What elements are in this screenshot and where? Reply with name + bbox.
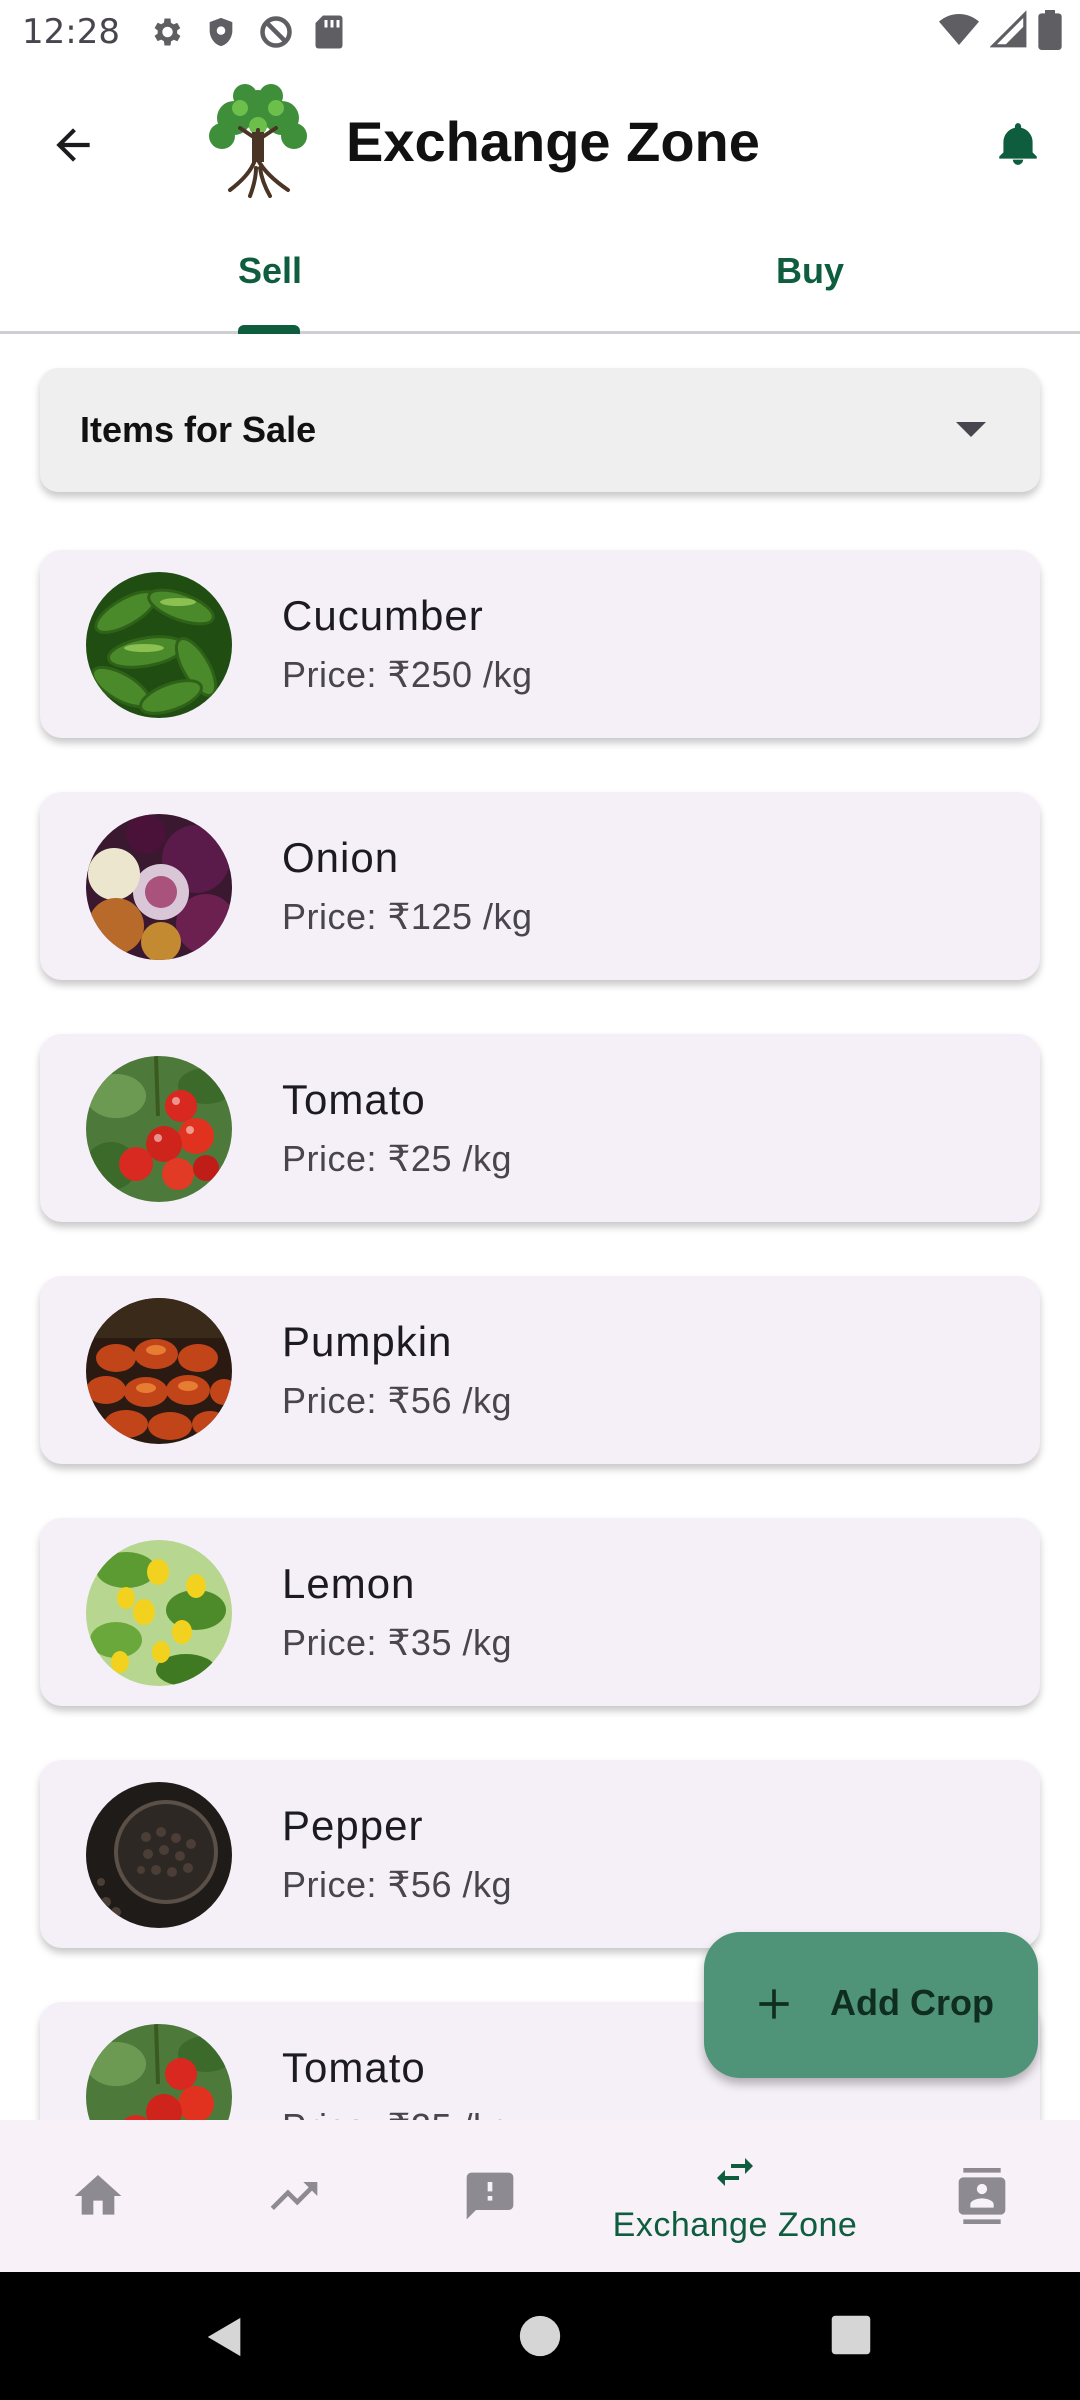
nav-feedback[interactable] [452,2120,528,2272]
list-item[interactable]: Tomato Price: ₹25 /kg [40,1034,1040,1222]
dropdown-selected-value: Items for Sale [80,409,317,450]
system-back-icon[interactable] [202,2314,248,2360]
item-name: Tomato [282,2044,426,2091]
item-name: Pumpkin [282,1318,453,1365]
nav-exchange-zone[interactable]: Exchange Zone [590,2120,880,2272]
item-image [86,2024,232,2120]
add-crop-button[interactable]: Add Crop [704,1932,1038,2078]
add-crop-label: Add Crop [830,1982,994,2023]
item-price: Price: ₹25 /kg [282,2106,512,2120]
home-icon [74,2175,122,2215]
contacts-icon [958,2168,1006,2224]
nav-trends[interactable] [256,2120,332,2272]
item-image [86,1782,232,1928]
items-list[interactable]: Items for Sale Cucumber Price: ₹250 /kg [0,0,1080,2120]
system-home-icon[interactable] [518,2314,562,2358]
item-name: Onion [282,834,400,881]
plus-icon [759,1989,789,2019]
list-item[interactable]: Pumpkin Price: ₹56 /kg [40,1276,1040,1464]
system-navigation-bar [0,2272,1080,2400]
list-item[interactable]: Lemon Price: ₹35 /kg [40,1518,1040,1706]
trending-up-icon [270,2182,318,2210]
item-name: Pepper [282,1802,424,1849]
list-item[interactable]: Pepper Price: ₹56 /kg [40,1760,1040,1948]
dropdown-arrow-icon [956,422,986,437]
item-price: Price: ₹35 /kg [282,1622,512,1663]
bottom-navigation: Exchange Zone [0,2120,1080,2272]
item-price: Price: ₹250 /kg [282,654,533,695]
nav-home[interactable] [60,2120,136,2272]
item-price: Price: ₹56 /kg [282,1864,512,1905]
item-image [86,572,232,718]
item-name: Lemon [282,1560,416,1607]
item-image [86,1298,232,1444]
list-item[interactable]: Onion Price: ₹125 /kg [40,792,1040,980]
item-price: Price: ₹125 /kg [282,896,533,937]
nav-contacts[interactable] [944,2120,1020,2272]
items-filter-dropdown[interactable]: Items for Sale [40,368,1040,492]
nav-exchange-zone-label: Exchange Zone [612,2205,858,2244]
item-price: Price: ₹25 /kg [282,1138,512,1179]
swap-icon [717,2157,753,2186]
feedback-icon [466,2172,514,2220]
system-recents-icon[interactable] [830,2314,872,2356]
item-image [86,1540,232,1686]
item-name: Tomato [282,1076,426,1123]
item-price: Price: ₹56 /kg [282,1380,512,1421]
item-image [86,1056,232,1202]
item-image [86,814,232,960]
item-name: Cucumber [282,592,484,639]
list-item[interactable]: Cucumber Price: ₹250 /kg [40,550,1040,738]
